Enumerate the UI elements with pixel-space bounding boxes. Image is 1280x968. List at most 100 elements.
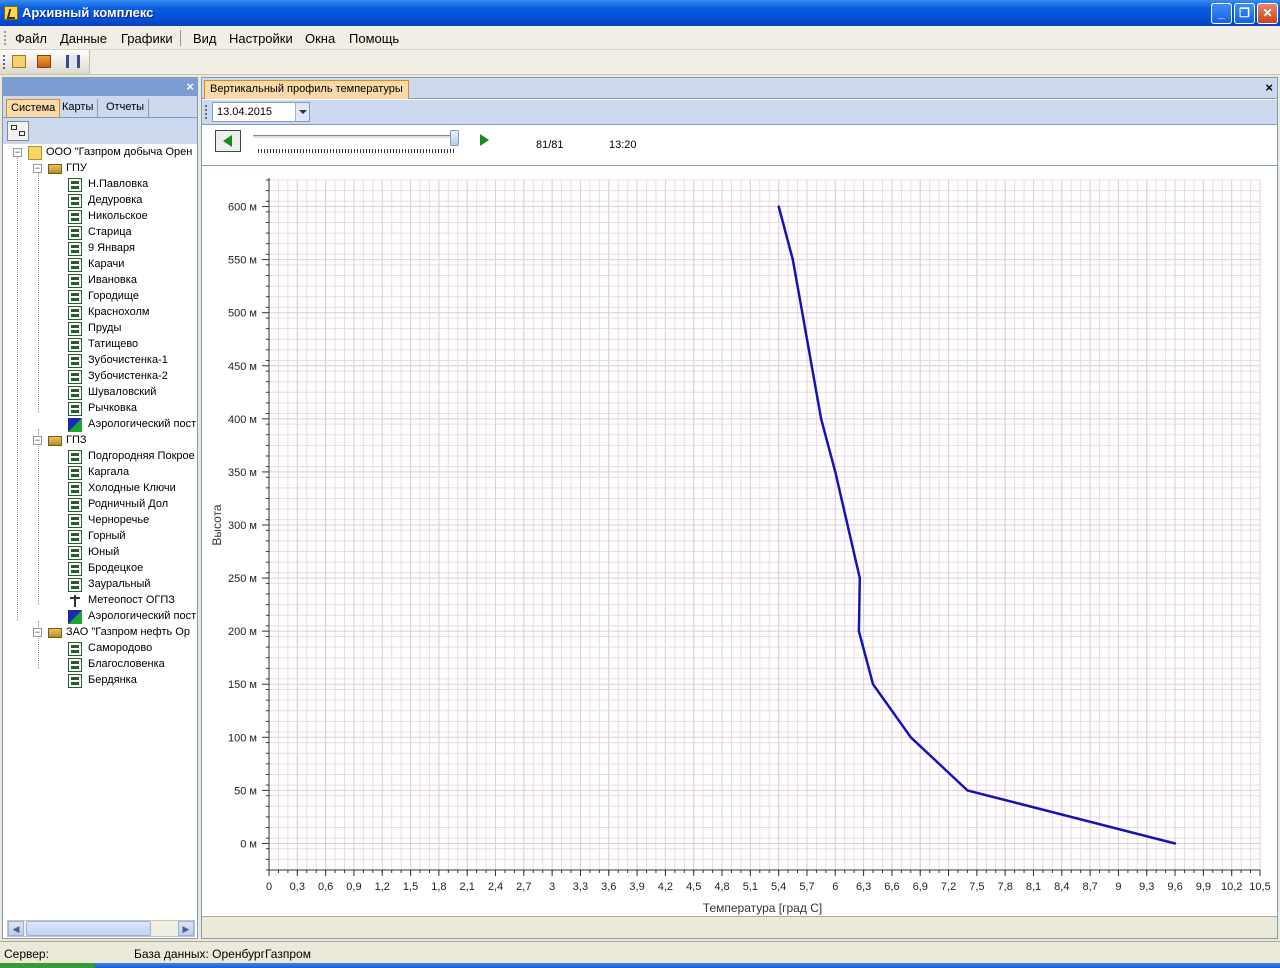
play-button[interactable] [476, 130, 502, 152]
station-icon [68, 546, 82, 560]
minimize-button[interactable]: _ [1211, 3, 1232, 24]
tree-item[interactable]: − ЗАО "Газпром нефть Ор [3, 625, 197, 641]
time-slider-thumb[interactable] [450, 130, 459, 146]
dropdown-arrow-icon[interactable] [295, 103, 309, 121]
tree-item[interactable]: Черноречье [3, 513, 197, 529]
date-select[interactable]: 13.04.2015 [212, 102, 310, 122]
tree-item[interactable]: − ООО "Газпром добыча Орен [3, 145, 197, 161]
menu-view[interactable]: Вид [193, 31, 217, 46]
x-tick-label: 3,3 [573, 881, 588, 893]
tree-item[interactable]: Краснохолм [3, 305, 197, 321]
collapse-icon[interactable]: − [33, 164, 42, 173]
y-tick-label: 350 м [228, 467, 257, 479]
tree-view-button[interactable] [7, 121, 29, 141]
open-data-button[interactable] [9, 53, 29, 71]
step-back-button[interactable] [215, 130, 241, 152]
scroll-thumb[interactable] [26, 921, 151, 936]
tree-item[interactable]: Карачи [3, 257, 197, 273]
open-image-button[interactable] [34, 53, 54, 71]
y-tick-label: 400 м [228, 414, 257, 426]
tree-item[interactable]: Татищево [3, 337, 197, 353]
date-toolbar: 13.04.2015 [202, 100, 1277, 124]
menu-charts[interactable]: Графики [121, 31, 173, 46]
tree-item-label: ЗАО "Газпром нефть Ор [66, 626, 190, 638]
x-tick-label: 5,4 [771, 881, 786, 893]
x-tick-label: 4,5 [686, 881, 701, 893]
tree-item[interactable]: − ГПУ [3, 161, 197, 177]
menu-grip-icon[interactable] [4, 31, 7, 45]
start-button[interactable] [0, 963, 95, 968]
tab-maps[interactable]: Карты [58, 99, 99, 117]
restore-button[interactable]: ❐ [1234, 3, 1255, 24]
tree-item[interactable]: Пруды [3, 321, 197, 337]
date-toolbar-grip-icon[interactable] [205, 105, 207, 119]
x-tick-label: 5,1 [743, 881, 758, 893]
scroll-right-icon[interactable]: ▶ [178, 921, 194, 936]
tree-item[interactable]: Родничный Дол [3, 497, 197, 513]
station-icon [68, 674, 82, 688]
status-server: Сервер: [4, 947, 49, 961]
station-icon [68, 178, 82, 192]
tree-item[interactable]: Н.Павловка [3, 177, 197, 193]
x-tick-label: 10,5 [1249, 881, 1270, 893]
tree-item[interactable]: Зауральный [3, 577, 197, 593]
tree-item[interactable]: Благословенка [3, 657, 197, 673]
station-icon [68, 450, 82, 464]
profile-tool-button[interactable] [63, 53, 83, 71]
tree-item[interactable]: Зубочистенка-1 [3, 353, 197, 369]
tree-horizontal-scrollbar[interactable]: ◀ ▶ [7, 920, 195, 937]
tree-item[interactable]: Дедуровка [3, 193, 197, 209]
window-title: Архивный комплекс [22, 5, 154, 20]
frame-time: 13:20 [609, 139, 637, 151]
tree-item[interactable]: Бердянка [3, 673, 197, 689]
toolbar-grip-icon[interactable] [3, 55, 5, 69]
collapse-icon[interactable]: − [13, 148, 22, 157]
y-tick-label: 100 м [228, 732, 257, 744]
tree-item[interactable]: Старица [3, 225, 197, 241]
x-tick-label: 8,4 [1054, 881, 1069, 893]
tree-item[interactable]: Аэрологический пост [3, 417, 197, 433]
time-slider-track[interactable] [253, 135, 453, 139]
tree-item[interactable]: Юный [3, 545, 197, 561]
toolbar [0, 50, 1280, 75]
time-slider-ticks [258, 149, 455, 153]
station-icon [68, 242, 82, 256]
tree-item[interactable]: Рычковка [3, 401, 197, 417]
tree-item[interactable]: Подгородняя Покрое [3, 449, 197, 465]
tree-item[interactable]: Бродецкое [3, 561, 197, 577]
menu-file[interactable]: Файл [15, 31, 47, 46]
tree-item[interactable]: Никольское [3, 209, 197, 225]
menu-help[interactable]: Помощь [349, 31, 399, 46]
tree-item-label: Горный [88, 530, 126, 542]
document-close-icon[interactable]: × [1265, 80, 1273, 95]
temperature-profile-chart: 0 0,3 0,6 0,9 1,2 1,5 1,8 2,1 2,4 2,7 3 3,3 3,6 3,9 4,… [210, 178, 1271, 915]
menu-data[interactable]: Данные [60, 31, 107, 46]
tree-item[interactable]: Городище [3, 289, 197, 305]
system-tree: − ООО "Газпром добыча Орен − ГПУ Н.Павловка Д… [3, 145, 197, 915]
tree-item[interactable]: − ГПЗ [3, 433, 197, 449]
tree-item[interactable]: Самородово [3, 641, 197, 657]
tree-item[interactable]: 9 Января [3, 241, 197, 257]
tree-item[interactable]: Каргала [3, 465, 197, 481]
tree-item[interactable]: Метеопост ОГПЗ [3, 593, 197, 609]
left-panel-close-icon[interactable]: × [186, 79, 194, 94]
tree-item[interactable]: Зубочистенка-2 [3, 369, 197, 385]
station-icon [68, 482, 82, 496]
tree-item[interactable]: Холодные Ключи [3, 481, 197, 497]
tab-reports[interactable]: Отчеты [102, 99, 150, 117]
scroll-left-icon[interactable]: ◀ [8, 921, 24, 936]
tab-temperature-profile[interactable]: Вертикальный профиль температуры [204, 80, 409, 99]
menu-windows[interactable]: Окна [305, 31, 335, 46]
x-tick-label: 7,2 [941, 881, 956, 893]
collapse-icon[interactable]: − [33, 436, 42, 445]
tree-item[interactable]: Ивановка [3, 273, 197, 289]
collapse-icon[interactable]: − [33, 628, 42, 637]
image-icon [37, 55, 51, 68]
close-button[interactable]: ✕ [1257, 3, 1278, 24]
tree-item[interactable]: Шуваловский [3, 385, 197, 401]
menu-settings[interactable]: Настройки [229, 31, 293, 46]
tree-item[interactable]: Аэрологический пост [3, 609, 197, 625]
tree-item[interactable]: Горный [3, 529, 197, 545]
tab-system[interactable]: Система [6, 99, 61, 117]
station-icon [68, 338, 82, 352]
